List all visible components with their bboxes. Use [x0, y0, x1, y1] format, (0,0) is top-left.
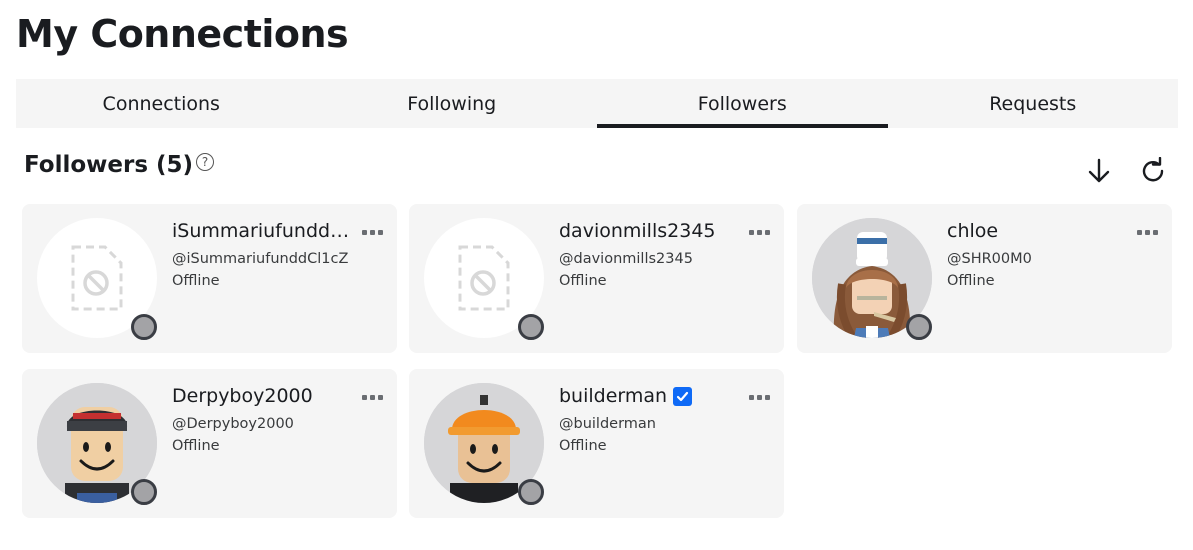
section-title: Followers (5) — [24, 152, 194, 178]
follower-card[interactable]: chloe @SHR00M0 Offline — [797, 204, 1172, 353]
tab-following[interactable]: Following — [307, 79, 598, 128]
username: @SHR00M0 — [947, 251, 1032, 267]
username: @builderman — [559, 416, 656, 432]
avatar — [424, 218, 544, 340]
connections-tabs: Connections Following Followers Requests — [16, 79, 1178, 128]
presence-status: Offline — [172, 438, 220, 454]
blocked-image-icon — [458, 245, 510, 311]
presence-indicator — [518, 479, 544, 505]
section-header: Followers (5) ? — [24, 152, 215, 178]
avatar — [37, 383, 157, 505]
avatar — [37, 218, 157, 340]
display-name[interactable]: iSummariufunddCl... — [172, 220, 357, 242]
presence-indicator — [518, 314, 544, 340]
username: @Derpyboy2000 — [172, 416, 294, 432]
avatar — [424, 383, 544, 505]
refresh-button[interactable] — [1137, 155, 1169, 187]
presence-status: Offline — [172, 273, 220, 289]
presence-status: Offline — [947, 273, 995, 289]
presence-indicator — [906, 314, 932, 340]
presence-status: Offline — [559, 438, 607, 454]
tab-connections[interactable]: Connections — [16, 79, 307, 128]
follower-card[interactable]: Derpyboy2000 @Derpyboy2000 Offline — [22, 369, 397, 518]
arrow-down-icon — [1088, 158, 1110, 183]
display-name[interactable]: chloe — [947, 220, 998, 242]
more-options-button[interactable] — [1134, 226, 1160, 238]
follower-card[interactable]: iSummariufunddCl... @iSummariufunddCl1cZ… — [22, 204, 397, 353]
more-options-button[interactable] — [359, 391, 385, 403]
username: @davionmills2345 — [559, 251, 693, 267]
more-options-button[interactable] — [359, 226, 385, 238]
sort-button[interactable] — [1083, 155, 1115, 187]
more-options-button[interactable] — [746, 391, 772, 403]
blocked-image-icon — [71, 245, 123, 311]
username: @iSummariufunddCl1cZ — [172, 251, 349, 267]
tab-requests[interactable]: Requests — [888, 79, 1179, 128]
tab-followers[interactable]: Followers — [597, 79, 888, 128]
verified-badge-icon — [673, 386, 693, 406]
presence-indicator — [131, 479, 157, 505]
follower-card[interactable]: davionmills2345 @davionmills2345 Offline — [409, 204, 784, 353]
presence-indicator — [131, 314, 157, 340]
question-circle-icon[interactable]: ? — [196, 153, 215, 171]
display-name[interactable]: Derpyboy2000 — [172, 385, 313, 407]
avatar — [812, 218, 932, 340]
page-title: My Connections — [16, 12, 349, 56]
presence-status: Offline — [559, 273, 607, 289]
display-name[interactable]: davionmills2345 — [559, 220, 716, 242]
follower-card[interactable]: builderman @builderman Offline — [409, 369, 784, 518]
refresh-icon — [1142, 157, 1164, 182]
more-options-button[interactable] — [746, 226, 772, 238]
display-name[interactable]: builderman — [559, 385, 667, 407]
